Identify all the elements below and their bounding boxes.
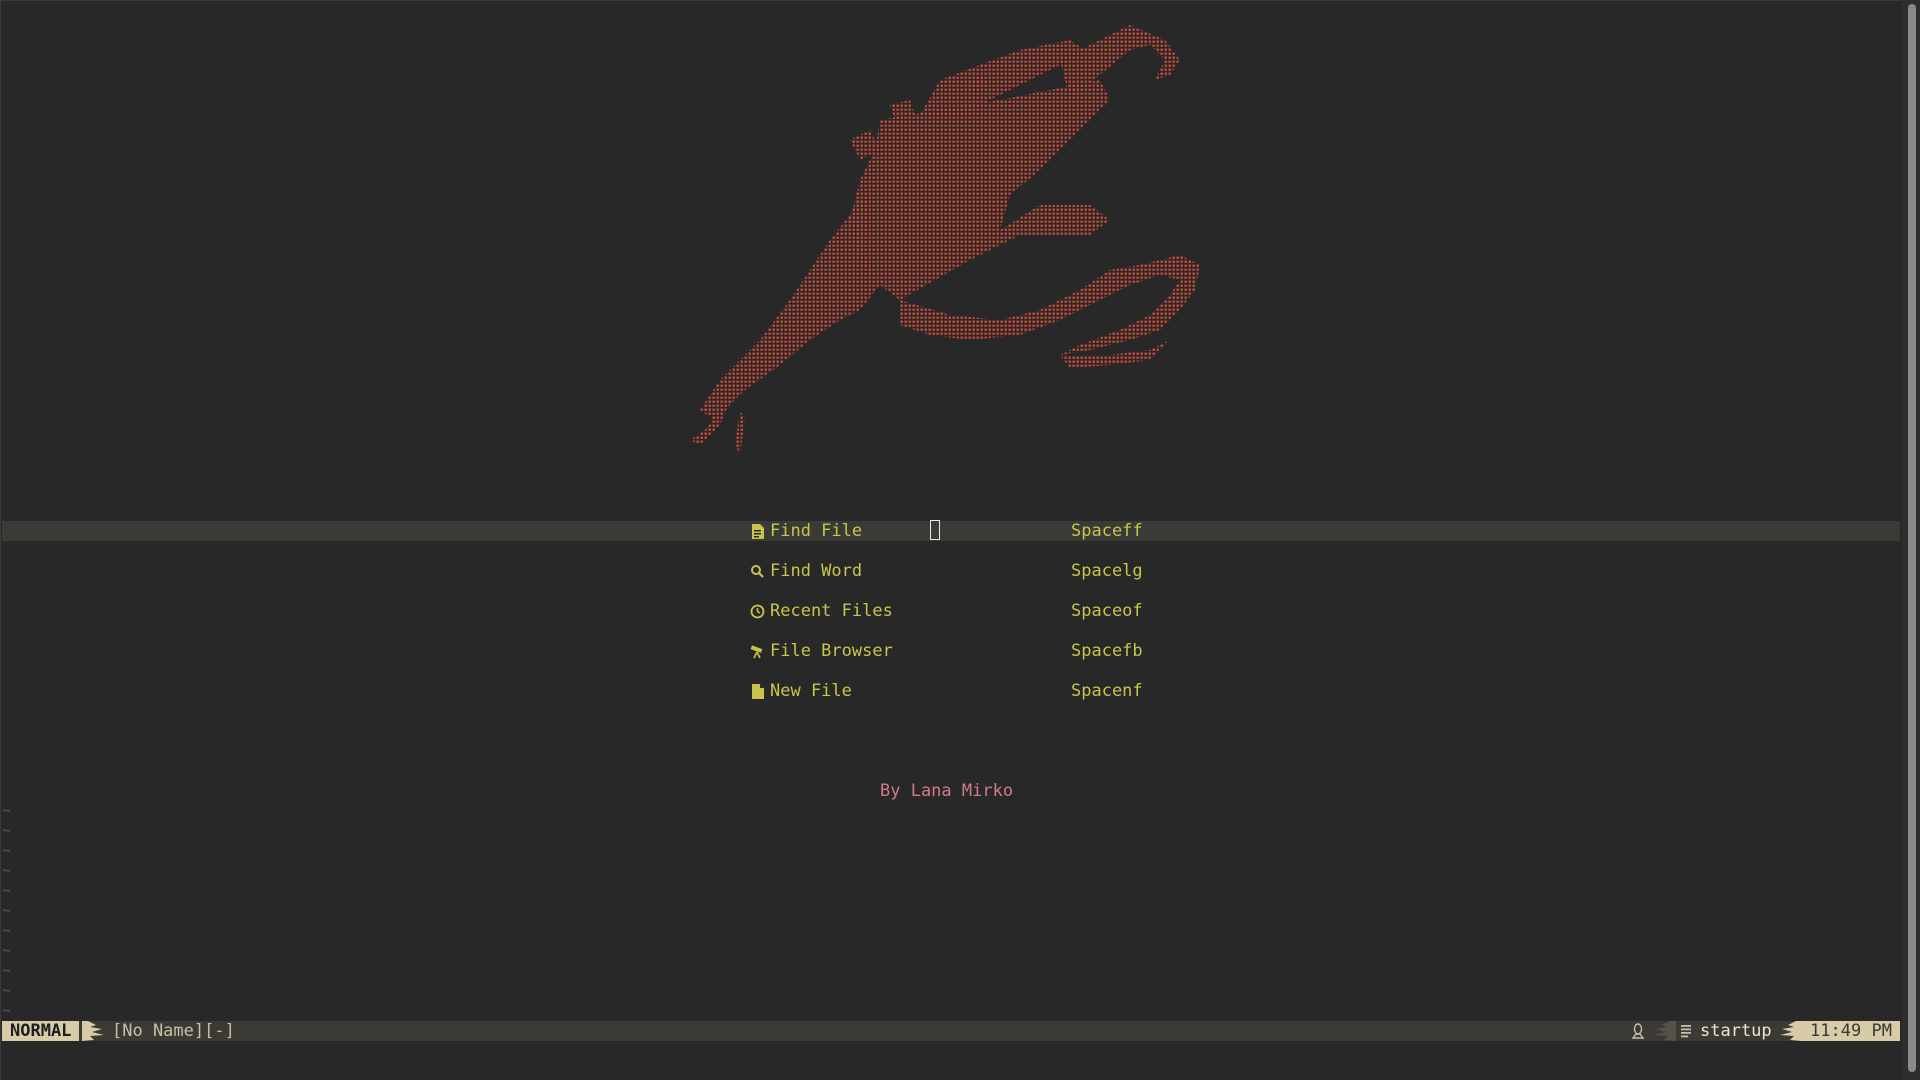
empty-line-marker: ~ (2, 903, 11, 919)
flame-separator-icon (1780, 1021, 1802, 1041)
menu-item-recent-files[interactable]: Recent Files Spaceof (750, 601, 1143, 621)
empty-line-marker: ~ (2, 843, 11, 859)
empty-line-marker: ~ (2, 943, 11, 959)
linux-penguin-icon (1631, 1023, 1645, 1039)
buffer-filename: [No Name][-] (112, 1021, 235, 1041)
statusline: NORMAL [No Name][-] startup 11:49 PM (2, 1021, 1900, 1041)
filetype-label: startup (1700, 1021, 1772, 1041)
menu-label: New File (770, 681, 852, 701)
splatter-logo-icon (690, 25, 1200, 455)
filetype-lines-icon (1681, 1025, 1691, 1038)
empty-line-marker: ~ (2, 983, 11, 999)
text-cursor (930, 520, 940, 540)
flame-separator-icon (82, 1021, 104, 1041)
menu-shortcut: Spacenf (1071, 681, 1143, 701)
empty-line-marker: ~ (2, 923, 11, 939)
menu-shortcut: Spaceff (1071, 521, 1143, 541)
scrollbar-thumb[interactable] (1908, 4, 1916, 1072)
menu-label: Find File (770, 521, 863, 541)
menu-label: Find Word (770, 561, 863, 581)
telescope-icon (750, 645, 763, 659)
new-file-icon (752, 684, 764, 699)
empty-line-marker: ~ (2, 823, 11, 839)
file-icon (752, 524, 764, 539)
mode-indicator: NORMAL (2, 1021, 80, 1041)
menu-shortcut: Spaceof (1071, 601, 1143, 621)
search-icon (751, 565, 764, 578)
menu-item-find-file[interactable]: Find File Spaceff (750, 521, 1143, 541)
empty-line-marker: ~ (2, 883, 11, 899)
cursor-line (2, 521, 1900, 541)
flame-separator-icon (1654, 1021, 1676, 1041)
empty-line-marker: ~ (2, 863, 11, 879)
empty-line-marker: ~ (2, 803, 11, 819)
dashboard-footer: By Lana Mirko (880, 781, 1014, 801)
menu-item-find-word[interactable]: Find Word Spacelg (750, 561, 1143, 581)
command-line[interactable] (2, 1043, 1900, 1080)
menu-shortcut: Spacefb (1071, 641, 1143, 661)
menu-shortcut: Spacelg (1071, 561, 1143, 581)
menu-item-file-browser[interactable]: File Browser Spacefb (750, 641, 1143, 661)
scrollbar[interactable] (1902, 0, 1920, 1080)
history-icon (750, 604, 765, 619)
menu-label: Recent Files (770, 601, 893, 621)
menu-item-new-file[interactable]: New File Spacenf (750, 681, 1143, 701)
menu-label: File Browser (770, 641, 893, 661)
empty-line-marker: ~ (2, 1003, 11, 1019)
clock: 11:49 PM (1802, 1021, 1900, 1041)
empty-line-marker: ~ (2, 963, 11, 979)
